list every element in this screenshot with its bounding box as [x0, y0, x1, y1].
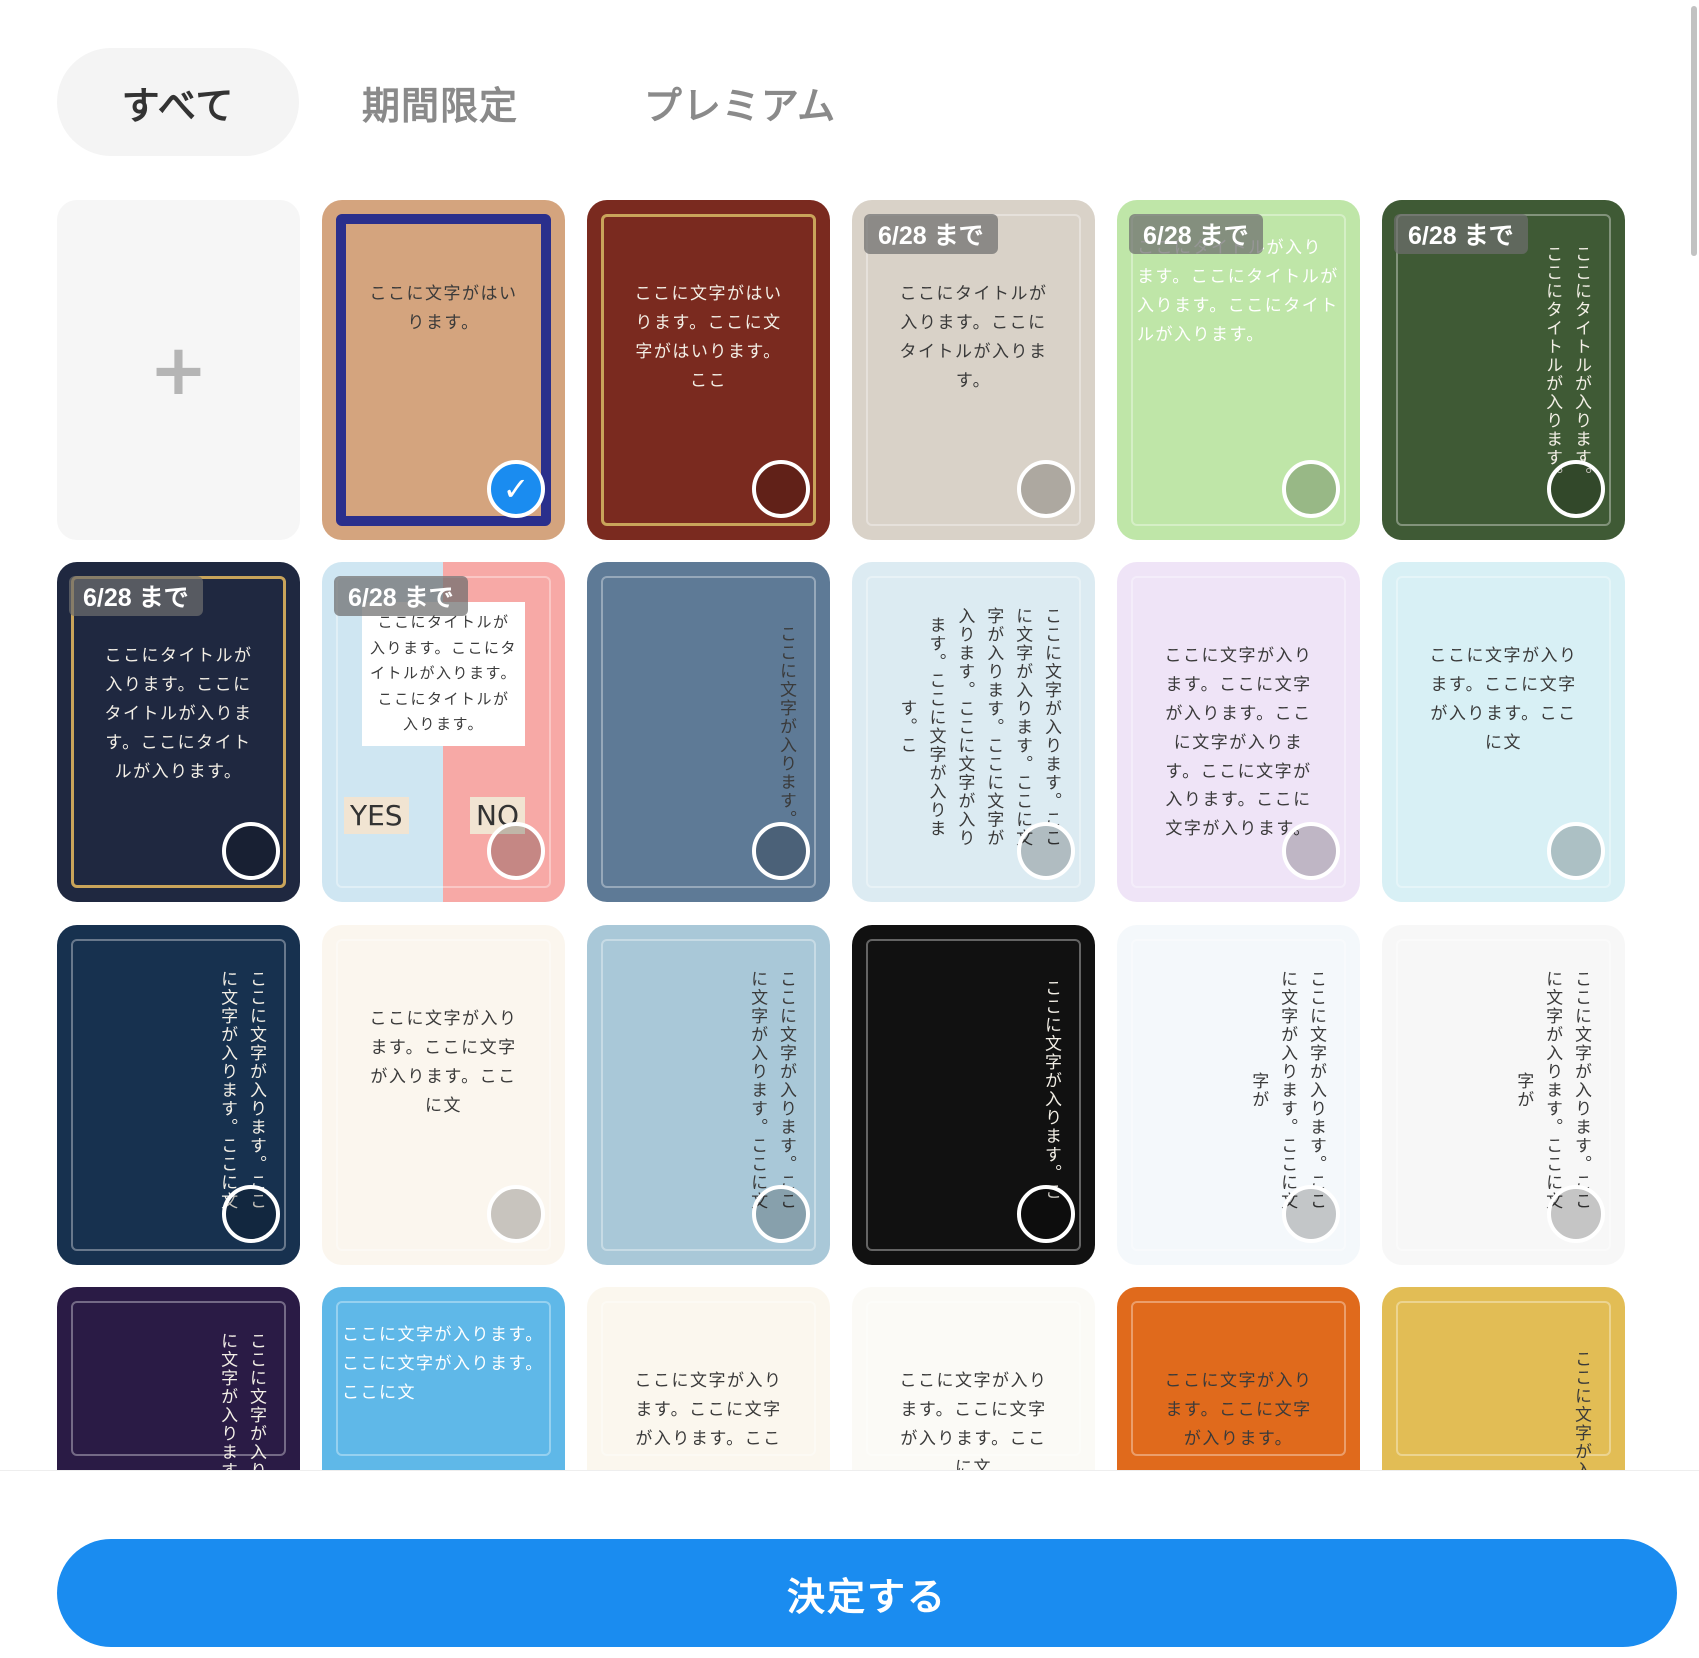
template-sample-text: ここに文字が入ります。ここに文字が入ります。ここに文: [217, 969, 266, 1211]
template-card[interactable]: ここに文字が入ります。ここに文字が入ります。ここに文字が入ります。ここに文字が入…: [1117, 562, 1360, 902]
template-card[interactable]: ここに文字が入ります。ここに文字が入ります。: [1117, 1287, 1360, 1470]
select-radio[interactable]: [222, 1185, 280, 1243]
select-radio[interactable]: [1017, 460, 1075, 518]
select-radio[interactable]: [1282, 460, 1340, 518]
selected-check-icon[interactable]: ✓: [487, 460, 545, 518]
confirm-button[interactable]: 決定する: [57, 1539, 1677, 1647]
template-sample-text: ここにタイトルが入ります。ここにタイトルが入ります。: [899, 284, 1048, 391]
template-card[interactable]: ここに文字が入ります。ここに文字が入ります。ここに文: [57, 1287, 300, 1470]
template-sample-text: ここに文字が入ります。ここに文字が入ります。ここに文字が: [1248, 969, 1326, 1211]
template-sample-text: ここに文字が入ります。ここに文字が入ります。ここ: [634, 1371, 783, 1449]
select-radio[interactable]: [1017, 1185, 1075, 1243]
select-radio[interactable]: [1547, 460, 1605, 518]
template-card[interactable]: ここにタイトルが入ります。ここにタイトルが入ります。 6/28 まで: [1382, 200, 1625, 540]
template-card[interactable]: ここに文字が入ります。こ: [852, 925, 1095, 1265]
tab-premium[interactable]: プレミアム: [620, 48, 860, 156]
select-radio[interactable]: [222, 822, 280, 880]
template-sample-text: ここに文字が入ります。ここに文字が入ります。ここに文字が: [1513, 969, 1591, 1211]
select-radio[interactable]: [487, 822, 545, 880]
tab-all[interactable]: すべて: [57, 48, 299, 156]
template-card[interactable]: ここに文字が入ります。ここに文字が入ります。ここに文: [587, 925, 830, 1265]
template-sample-text: ここに文字がはいります。: [369, 284, 518, 333]
template-card[interactable]: ここに文字がはいります。 ✓: [322, 200, 565, 540]
template-sample-text: ここに文字が入ります。: [1571, 1350, 1591, 1470]
add-template-button[interactable]: +: [57, 200, 300, 540]
template-sample-text: ここに文字が入ります。ここに文字が入ります。ここに文字が入ります。ここに文字が入…: [1164, 646, 1313, 840]
tab-limited[interactable]: 期間限定: [330, 48, 550, 156]
template-card[interactable]: ここにタイトルが入ります。ここにタイトルが入ります。ここにタイトルが入ります。6…: [1117, 200, 1360, 540]
template-sample-text: ここに文字が入ります。こ: [1041, 979, 1061, 1201]
select-radio[interactable]: [752, 460, 810, 518]
template-card[interactable]: ここに文字が入ります。ここに文字が入ります。ここに文: [1382, 562, 1625, 902]
template-card[interactable]: ここに文字が入ります。ここに文字が入ります。ここに文: [852, 1287, 1095, 1470]
select-radio[interactable]: [1282, 822, 1340, 880]
template-sample-text: ここに文字が入ります。ここに文字が入ります。ここに文字が入ります。ここに文字が入…: [896, 606, 1061, 848]
template-card[interactable]: ここに文字が入ります。: [587, 562, 830, 902]
template-sample-text: ここに文字が入ります。ここに文字が入ります。ここに文: [342, 1325, 544, 1403]
select-radio[interactable]: [1547, 1185, 1605, 1243]
template-sample-text: ここにタイトルが入ります。ここにタイトルが入ります。ここにタイトルが入ります。: [104, 646, 253, 782]
template-card[interactable]: ここにタイトルが入ります。ここにタイトルが入ります。ここにタイトルが入ります。 6…: [57, 562, 300, 902]
select-radio[interactable]: [1547, 822, 1605, 880]
template-card[interactable]: ここに文字が入ります。ここに文字が入ります。ここに文字が: [1117, 925, 1360, 1265]
template-sample-text: ここに文字が入ります。ここに文字が入ります。ここに文: [217, 1331, 266, 1470]
template-card[interactable]: ここに文字が入ります。ここに文字が入ります。ここ: [587, 1287, 830, 1470]
plus-icon: +: [149, 329, 208, 411]
template-card[interactable]: ここに文字がはいります。ここに文字がはいります。ここ: [587, 200, 830, 540]
select-radio[interactable]: [487, 1185, 545, 1243]
limited-badge: 6/28 まで: [1129, 214, 1263, 254]
limited-badge: 6/28 まで: [334, 576, 468, 616]
template-card[interactable]: ここに文字が入ります。ここに文字が入ります。ここに文字が入ります。ここに文字が入…: [852, 562, 1095, 902]
template-sample-text: ここに文字が入ります。: [776, 625, 796, 829]
template-sample-text: ここに文字が入ります。ここに文字が入ります。: [1164, 1371, 1313, 1449]
scrollbar-thumb[interactable]: [1691, 6, 1697, 256]
template-sample-text: ここに文字が入ります。ここに文字が入ります。ここに文: [1429, 646, 1578, 753]
template-sample-text: ここにタイトルが入ります。ここにタイトルが入ります。ここにタイトルが入ります。: [362, 602, 525, 746]
tile-label: YES: [344, 797, 409, 834]
template-sample-text: ここにタイトルが入ります。ここにタイトルが入ります。: [1542, 244, 1591, 486]
template-sample-text: ここに文字がはいります。ここに文字がはいります。ここ: [634, 284, 783, 391]
select-radio[interactable]: [752, 1185, 810, 1243]
template-card[interactable]: ここにタイトルが入ります。ここにタイトルが入ります。 6/28 まで: [852, 200, 1095, 540]
template-sample-text: ここに文字が入ります。ここに文字が入ります。ここに文: [369, 1009, 518, 1116]
limited-badge: 6/28 まで: [864, 214, 998, 254]
template-card[interactable]: ここにタイトルが入ります。ここにタイトルが入ります。ここにタイトルが入ります。 Y…: [322, 562, 565, 902]
template-card[interactable]: ここに文字が入ります。: [1382, 1287, 1625, 1470]
template-card[interactable]: ここに文字が入ります。ここに文字が入ります。ここに文字が: [1382, 925, 1625, 1265]
limited-badge: 6/28 まで: [69, 576, 203, 616]
template-card[interactable]: ここに文字が入ります。ここに文字が入ります。ここに文: [322, 925, 565, 1265]
limited-badge: 6/28 まで: [1394, 214, 1528, 254]
select-radio[interactable]: [1017, 822, 1075, 880]
template-card[interactable]: ここに文字が入ります。ここに文字が入ります。ここに文: [57, 925, 300, 1265]
template-card[interactable]: ここに文字が入ります。ここに文字が入ります。ここに文: [322, 1287, 565, 1470]
template-sample-text: ここに文字が入ります。ここに文字が入ります。ここに文: [899, 1371, 1048, 1470]
template-sample-text: ここに文字が入ります。ここに文字が入ります。ここに文: [747, 969, 796, 1211]
select-radio[interactable]: [752, 822, 810, 880]
select-radio[interactable]: [1282, 1185, 1340, 1243]
